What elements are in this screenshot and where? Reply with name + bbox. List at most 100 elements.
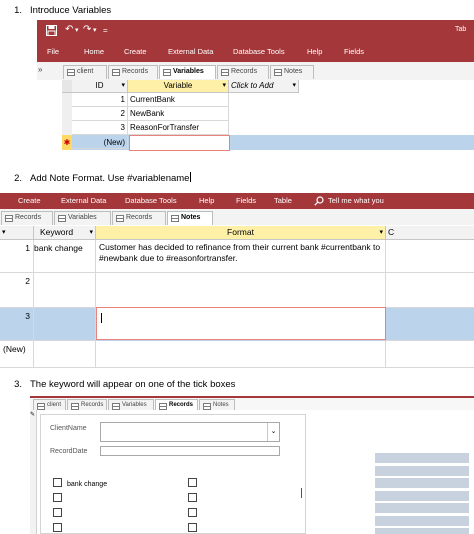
cell-keyword[interactable] [34,308,96,341]
checkbox[interactable] [53,523,62,532]
ribbon-tab-help[interactable]: Help [307,47,322,56]
nav-pane-toggle[interactable]: » [38,65,42,74]
column-header-format[interactable]: Format ▾ [96,226,386,239]
column-header-click-to-add[interactable]: Click to Add ▾ [229,80,299,93]
form-control-placeholder[interactable] [375,453,469,463]
column-header-c[interactable]: C [386,226,474,239]
client-name-combo[interactable]: ⌄ [100,422,280,442]
redo-icon[interactable]: ↷ [83,24,91,35]
step-3-heading: 3. The keyword will appear on one of the … [14,379,236,390]
tab-client[interactable]: client [63,65,107,79]
redo-dropdown-icon[interactable]: ▾ [93,26,97,34]
ribbon-tabs: File Home Create External Data Database … [37,43,474,62]
tab-records-form[interactable]: Records [217,65,269,79]
chevron-down-icon[interactable]: ▾ [292,80,296,92]
ribbon-tab-create[interactable]: Create [124,47,147,56]
ribbon-tab-database-tools[interactable]: Database Tools [125,196,177,205]
ribbon-tab-fields[interactable]: Fields [236,196,256,205]
checkbox[interactable] [53,493,62,502]
checkbox-bank-change[interactable] [53,478,62,487]
tell-me-box[interactable]: Tell me what you [328,196,384,205]
cell-keyword[interactable] [34,273,96,308]
tab-records[interactable]: Records [1,211,53,225]
variables-datasheet: ID ▾ Variable ▾ Click to Add ▾ 1 Current… [37,80,474,165]
form-control-placeholder[interactable] [375,516,469,526]
search-icon[interactable] [314,196,324,206]
checkbox[interactable] [53,508,62,517]
cell-new-id[interactable]: (New) [72,136,128,149]
select-all-corner[interactable] [62,80,72,93]
cell-id[interactable]: 2 [0,273,34,308]
column-header-id[interactable]: ▾ [0,226,34,239]
tab-variables[interactable]: Variables [54,211,111,225]
cell-id[interactable]: 3 [0,308,34,341]
tab-notes[interactable]: Notes [270,65,314,79]
table-icon [112,403,120,410]
cell-keyword[interactable]: bank change [34,240,96,273]
ribbon-tab-file[interactable]: File [47,47,59,56]
ribbon-tab-home[interactable]: Home [84,47,104,56]
ribbon-tab-external-data[interactable]: External Data [61,196,106,205]
tab-variables[interactable]: Variables [159,65,216,79]
chevron-down-icon[interactable]: ▾ [121,80,125,92]
tab-notes[interactable]: Notes [167,211,213,225]
tab-records[interactable]: Records [108,65,158,79]
chevron-down-icon[interactable]: ▾ [222,80,226,92]
chevron-down-icon[interactable]: ▾ [89,226,93,239]
chevron-down-icon[interactable]: ▾ [379,226,383,239]
column-header-id[interactable]: ID ▾ [72,80,128,93]
column-header-variable[interactable]: Variable ▾ [128,80,229,93]
ribbon-tab-external-data[interactable]: External Data [168,47,213,56]
row-selector[interactable] [62,107,72,122]
table-icon [203,403,211,410]
checkbox[interactable] [188,493,197,502]
column-header-keyword[interactable]: Keyword ▾ [34,226,96,239]
cell-c[interactable] [386,240,474,273]
ribbon-tab-database-tools[interactable]: Database Tools [233,47,285,56]
form-control-placeholder[interactable] [375,466,469,476]
cell-c[interactable] [386,273,474,308]
undo-icon[interactable]: ↶ [65,24,73,35]
cell-id[interactable]: 2 [72,107,128,121]
form-control-placeholder[interactable] [375,503,469,513]
tab-records-form[interactable]: Records [112,211,166,225]
ribbon-tabs: Create External Data Database Tools Help… [0,193,474,209]
record-date-input[interactable] [100,446,280,456]
new-variable-input[interactable] [129,135,230,151]
record-selector[interactable]: ✎ [30,410,37,534]
checkbox[interactable] [188,478,197,487]
row-selector[interactable] [62,93,72,108]
format-input-active[interactable] [96,307,386,340]
cell-c[interactable] [386,308,474,341]
ribbon-tab-fields[interactable]: Fields [344,47,364,56]
cell-variable[interactable]: ReasonForTransfer [128,121,229,135]
chevron-down-icon[interactable]: ▾ [2,226,6,239]
cell-new-id[interactable]: (New) [0,341,34,368]
cell-id[interactable]: 1 [0,240,34,273]
undo-dropdown-icon[interactable]: ▾ [75,26,79,34]
cell-variable[interactable]: CurrentBank [128,93,229,107]
form-control-placeholder[interactable] [375,491,469,501]
cell-keyword[interactable] [34,341,96,368]
checkbox[interactable] [188,523,197,532]
edit-pencil-icon: ✎ [30,412,36,418]
ribbon-tab-create[interactable]: Create [18,196,41,205]
chevron-down-icon[interactable]: ⌄ [267,423,279,441]
form-control-placeholder[interactable] [375,478,469,488]
cell-format[interactable] [96,273,386,308]
form-control-placeholder[interactable] [375,528,469,534]
new-record-icon[interactable]: ✱ [62,135,72,150]
cell-id[interactable]: 3 [72,121,128,135]
cell-format[interactable]: Customer has decided to refinance from t… [96,240,386,273]
row-selector[interactable] [62,121,72,136]
cell-id[interactable]: 1 [72,93,128,107]
ribbon-tab-table[interactable]: Table [274,196,292,205]
checkbox[interactable] [188,508,197,517]
cell-variable[interactable]: NewBank [128,107,229,121]
cell-format[interactable] [96,341,386,368]
ribbon-tab-help[interactable]: Help [199,196,214,205]
table-icon [171,215,179,222]
save-icon[interactable] [46,25,57,36]
cell-c[interactable] [386,341,474,368]
customize-toolbar-icon[interactable]: = [103,26,108,35]
